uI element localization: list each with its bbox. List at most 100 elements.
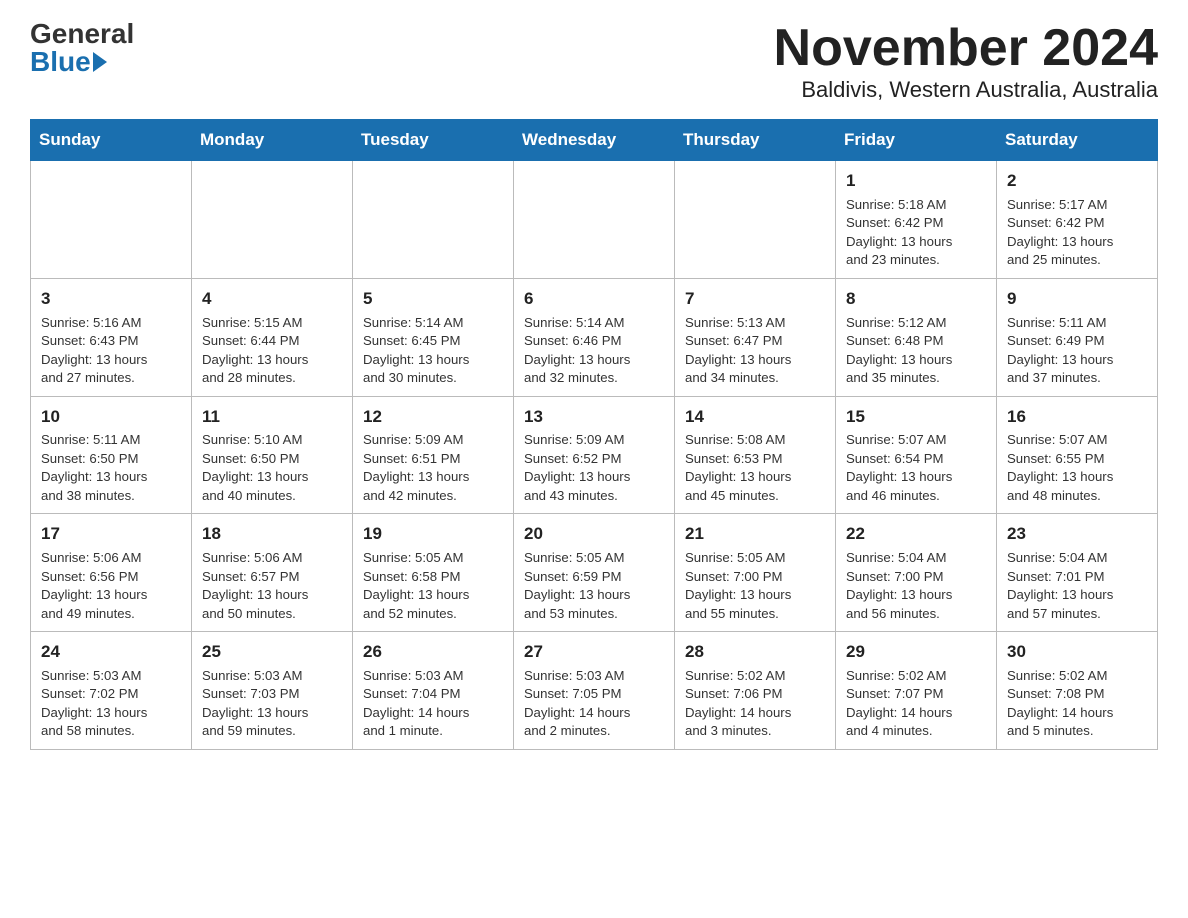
day-number: 20 — [524, 522, 664, 546]
day-info: Sunrise: 5:05 AMSunset: 6:58 PMDaylight:… — [363, 549, 503, 623]
calendar-header-row: SundayMondayTuesdayWednesdayThursdayFrid… — [31, 120, 1158, 161]
header: General Blue November 2024 Baldivis, Wes… — [30, 20, 1158, 103]
calendar-cell: 20 Sunrise: 5:05 AMSunset: 6:59 PMDayligh… — [514, 514, 675, 632]
day-number: 19 — [363, 522, 503, 546]
calendar-cell — [675, 161, 836, 279]
day-info: Sunrise: 5:06 AMSunset: 6:57 PMDaylight:… — [202, 549, 342, 623]
day-info: Sunrise: 5:09 AMSunset: 6:52 PMDaylight:… — [524, 431, 664, 505]
header-tuesday: Tuesday — [353, 120, 514, 161]
header-saturday: Saturday — [997, 120, 1158, 161]
day-number: 24 — [41, 640, 181, 664]
day-number: 27 — [524, 640, 664, 664]
calendar-cell: 17Sunrise: 5:06 AMSunset: 6:56 PMDayligh… — [31, 514, 192, 632]
calendar-cell: 21Sunrise: 5:05 AMSunset: 7:00 PMDayligh… — [675, 514, 836, 632]
calendar-cell: 28 Sunrise: 5:02 AMSunset: 7:06 PMDayligh… — [675, 632, 836, 750]
calendar-cell: 5 Sunrise: 5:14 AMSunset: 6:45 PMDaylight… — [353, 278, 514, 396]
day-info: Sunrise: 5:04 AMSunset: 7:00 PMDaylight:… — [846, 549, 986, 623]
day-info: Sunrise: 5:04 AMSunset: 7:01 PMDaylight:… — [1007, 549, 1147, 623]
calendar-cell: 25Sunrise: 5:03 AMSunset: 7:03 PMDayligh… — [192, 632, 353, 750]
day-number: 1 — [846, 169, 986, 193]
day-info: Sunrise: 5:03 AMSunset: 7:02 PMDaylight:… — [41, 667, 181, 741]
day-number: 23 — [1007, 522, 1147, 546]
day-info: Sunrise: 5:18 AMSunset: 6:42 PMDaylight:… — [846, 196, 986, 270]
week-row-0: 1 Sunrise: 5:18 AMSunset: 6:42 PMDaylight… — [31, 161, 1158, 279]
week-row-1: 3Sunrise: 5:16 AMSunset: 6:43 PMDaylight… — [31, 278, 1158, 396]
calendar-cell: 10Sunrise: 5:11 AMSunset: 6:50 PMDayligh… — [31, 396, 192, 514]
week-row-3: 17Sunrise: 5:06 AMSunset: 6:56 PMDayligh… — [31, 514, 1158, 632]
calendar-cell: 9Sunrise: 5:11 AMSunset: 6:49 PMDaylight… — [997, 278, 1158, 396]
day-number: 22 — [846, 522, 986, 546]
calendar-table: SundayMondayTuesdayWednesdayThursdayFrid… — [30, 119, 1158, 750]
calendar-cell: 6Sunrise: 5:14 AMSunset: 6:46 PMDaylight… — [514, 278, 675, 396]
calendar-cell — [353, 161, 514, 279]
logo-general-text: General — [30, 20, 134, 48]
calendar-cell: 15Sunrise: 5:07 AMSunset: 6:54 PMDayligh… — [836, 396, 997, 514]
calendar-cell: 11Sunrise: 5:10 AMSunset: 6:50 PMDayligh… — [192, 396, 353, 514]
day-number: 30 — [1007, 640, 1147, 664]
day-number: 15 — [846, 405, 986, 429]
day-number: 7 — [685, 287, 825, 311]
day-info: Sunrise: 5:07 AMSunset: 6:54 PMDaylight:… — [846, 431, 986, 505]
calendar-cell: 18 Sunrise: 5:06 AMSunset: 6:57 PMDayligh… — [192, 514, 353, 632]
week-row-4: 24 Sunrise: 5:03 AMSunset: 7:02 PMDayligh… — [31, 632, 1158, 750]
day-info: Sunrise: 5:07 AMSunset: 6:55 PMDaylight:… — [1007, 431, 1147, 505]
day-info: Sunrise: 5:10 AMSunset: 6:50 PMDaylight:… — [202, 431, 342, 505]
calendar-cell: 30Sunrise: 5:02 AMSunset: 7:08 PMDayligh… — [997, 632, 1158, 750]
day-number: 21 — [685, 522, 825, 546]
calendar-cell: 23 Sunrise: 5:04 AMSunset: 7:01 PMDayligh… — [997, 514, 1158, 632]
day-number: 11 — [202, 405, 342, 429]
day-number: 14 — [685, 405, 825, 429]
day-number: 18 — [202, 522, 342, 546]
location-title: Baldivis, Western Australia, Australia — [774, 77, 1158, 103]
calendar-cell — [31, 161, 192, 279]
logo: General Blue — [30, 20, 134, 76]
day-number: 3 — [41, 287, 181, 311]
calendar-cell: 27 Sunrise: 5:03 AMSunset: 7:05 PMDayligh… — [514, 632, 675, 750]
calendar-cell: 14Sunrise: 5:08 AMSunset: 6:53 PMDayligh… — [675, 396, 836, 514]
logo-blue-text: Blue — [30, 48, 107, 76]
calendar-cell: 26 Sunrise: 5:03 AMSunset: 7:04 PMDayligh… — [353, 632, 514, 750]
calendar-cell: 2 Sunrise: 5:17 AMSunset: 6:42 PMDaylight… — [997, 161, 1158, 279]
day-info: Sunrise: 5:05 AMSunset: 6:59 PMDaylight:… — [524, 549, 664, 623]
day-info: Sunrise: 5:02 AMSunset: 7:06 PMDaylight:… — [685, 667, 825, 741]
calendar-cell: 29Sunrise: 5:02 AMSunset: 7:07 PMDayligh… — [836, 632, 997, 750]
title-area: November 2024 Baldivis, Western Australi… — [774, 20, 1158, 103]
calendar-cell: 12Sunrise: 5:09 AMSunset: 6:51 PMDayligh… — [353, 396, 514, 514]
calendar-cell: 4Sunrise: 5:15 AMSunset: 6:44 PMDaylight… — [192, 278, 353, 396]
day-info: Sunrise: 5:14 AMSunset: 6:45 PMDaylight:… — [363, 314, 503, 388]
logo-triangle-icon — [93, 52, 107, 72]
day-number: 26 — [363, 640, 503, 664]
day-info: Sunrise: 5:03 AMSunset: 7:04 PMDaylight:… — [363, 667, 503, 741]
day-info: Sunrise: 5:03 AMSunset: 7:05 PMDaylight:… — [524, 667, 664, 741]
month-title: November 2024 — [774, 20, 1158, 77]
week-row-2: 10Sunrise: 5:11 AMSunset: 6:50 PMDayligh… — [31, 396, 1158, 514]
day-info: Sunrise: 5:08 AMSunset: 6:53 PMDaylight:… — [685, 431, 825, 505]
day-number: 10 — [41, 405, 181, 429]
day-number: 13 — [524, 405, 664, 429]
day-info: Sunrise: 5:09 AMSunset: 6:51 PMDaylight:… — [363, 431, 503, 505]
calendar-cell: 8 Sunrise: 5:12 AMSunset: 6:48 PMDaylight… — [836, 278, 997, 396]
day-number: 2 — [1007, 169, 1147, 193]
day-info: Sunrise: 5:15 AMSunset: 6:44 PMDaylight:… — [202, 314, 342, 388]
header-monday: Monday — [192, 120, 353, 161]
day-number: 12 — [363, 405, 503, 429]
calendar-cell: 3Sunrise: 5:16 AMSunset: 6:43 PMDaylight… — [31, 278, 192, 396]
day-number: 16 — [1007, 405, 1147, 429]
calendar-cell — [514, 161, 675, 279]
calendar-cell — [192, 161, 353, 279]
calendar-cell: 24 Sunrise: 5:03 AMSunset: 7:02 PMDayligh… — [31, 632, 192, 750]
day-info: Sunrise: 5:17 AMSunset: 6:42 PMDaylight:… — [1007, 196, 1147, 270]
header-thursday: Thursday — [675, 120, 836, 161]
day-info: Sunrise: 5:13 AMSunset: 6:47 PMDaylight:… — [685, 314, 825, 388]
day-number: 28 — [685, 640, 825, 664]
calendar-cell: 16Sunrise: 5:07 AMSunset: 6:55 PMDayligh… — [997, 396, 1158, 514]
calendar-cell: 13Sunrise: 5:09 AMSunset: 6:52 PMDayligh… — [514, 396, 675, 514]
day-info: Sunrise: 5:12 AMSunset: 6:48 PMDaylight:… — [846, 314, 986, 388]
day-info: Sunrise: 5:06 AMSunset: 6:56 PMDaylight:… — [41, 549, 181, 623]
day-number: 8 — [846, 287, 986, 311]
day-number: 25 — [202, 640, 342, 664]
calendar-cell: 19 Sunrise: 5:05 AMSunset: 6:58 PMDayligh… — [353, 514, 514, 632]
day-number: 29 — [846, 640, 986, 664]
day-number: 5 — [363, 287, 503, 311]
header-wednesday: Wednesday — [514, 120, 675, 161]
